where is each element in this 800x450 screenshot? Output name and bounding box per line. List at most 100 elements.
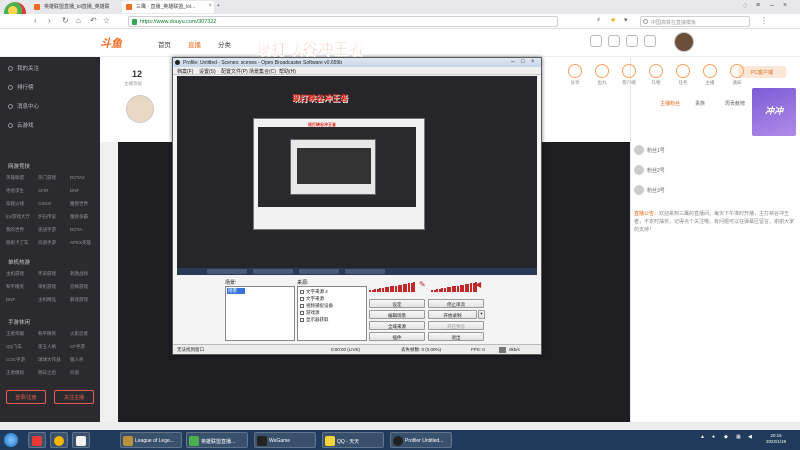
tray-app-icon[interactable]: ◆ [724, 434, 728, 440]
close-icon[interactable]: × [531, 59, 535, 65]
close-tab-icon[interactable]: × [208, 3, 212, 9]
taskbar-app-wegame[interactable]: WeGame [254, 432, 316, 448]
sidebar-category-link[interactable]: 逆战手游 [38, 227, 56, 233]
sidebar-item-follow[interactable]: 我的关注 [8, 64, 39, 72]
nav-home[interactable]: 首页 [158, 39, 171, 49]
user-avatar[interactable] [674, 32, 694, 52]
room-action-icon[interactable] [622, 64, 636, 78]
sidebar-category-link[interactable]: 问道 [70, 370, 79, 376]
reload-icon[interactable]: ↻ [62, 16, 69, 25]
sidebar-category-link[interactable]: 主机游戏 [6, 271, 24, 277]
sidebar-category-link[interactable]: 狼人杀 [70, 357, 84, 363]
sidebar-category-link[interactable]: 和平精英 [6, 284, 24, 290]
sidebar-category-link[interactable]: 英雄联盟 [6, 175, 24, 181]
sidebar-category-link[interactable]: 解谜游戏 [70, 297, 88, 303]
sidebar-category-link[interactable]: 跑跑卡丁车 [6, 240, 29, 246]
taskbar-app-lol[interactable]: League of Lege... [120, 432, 182, 448]
sidebar-category-link[interactable]: DOTA [70, 227, 82, 232]
obs-menu-help[interactable]: 帮助(H) [279, 68, 296, 75]
sidebar-category-link[interactable]: DNF [6, 297, 15, 302]
lightning-icon[interactable]: ⚡ [596, 16, 601, 24]
sidebar-category-link[interactable]: 绝地求生 [6, 188, 24, 194]
sidebar-category-link[interactable]: 刺激战场 [70, 271, 88, 277]
login-button[interactable]: 登录/注册 [6, 390, 46, 404]
room-action-icon[interactable] [568, 64, 582, 78]
menu-lines-icon[interactable]: ≡ [756, 2, 760, 9]
sidebar-category-link[interactable]: APEX英雄 [70, 240, 91, 246]
preview-button[interactable]: 开启预览 [428, 321, 484, 330]
sources-list[interactable]: 文字来源 2 文字来源 视频捕捉设备 游戏源 显示器获取 [297, 286, 367, 341]
pc-client-button[interactable]: PC客户端 [738, 66, 786, 78]
system-clock[interactable]: 20:15 2022/1/19 [760, 433, 792, 445]
rank-row[interactable]: 粉丝1号 [634, 145, 665, 155]
rank-tab-fans[interactable]: 主播粉丝 [660, 100, 680, 107]
sidebar-category-link[interactable]: 穿越火线 [6, 201, 24, 207]
sidebar-category-link[interactable]: 热门游戏 [38, 175, 56, 181]
sidebar-category-link[interactable]: 明日之后 [38, 370, 56, 376]
obs-window[interactable]: Profile: Untitled - Scenes: scenes - Ope… [172, 57, 542, 355]
room-action-icon[interactable] [676, 64, 690, 78]
star-icon[interactable]: ★ [610, 16, 616, 24]
rank-row[interactable]: 粉丝3号 [634, 185, 665, 195]
network-icon[interactable]: ▦ [736, 434, 741, 440]
sidebar-category-link[interactable]: 球球大作战 [38, 357, 61, 363]
taskbar-app-qq[interactable]: QQ - 天天 [322, 432, 384, 448]
sidebar-item-cloud-game[interactable]: 云游戏 [8, 121, 34, 129]
sidebar-category-link[interactable]: DOTA2 [70, 175, 85, 180]
sidebar-category-link[interactable]: CF/R [38, 188, 49, 193]
sidebar-category-link[interactable]: 怀旧游戏 [38, 271, 56, 277]
plugins-button[interactable]: 插件 [369, 332, 425, 341]
sidebar-category-link[interactable]: fps游戏大厅 [6, 214, 30, 220]
home-icon[interactable]: ⌂ [76, 16, 81, 25]
volume-icon[interactable]: ◀ [748, 434, 752, 440]
sidebar-category-link[interactable]: 和平精英 [38, 331, 56, 337]
mic-icon[interactable]: ✎ [419, 280, 426, 289]
sidebar-category-link[interactable]: 我的世界 [6, 227, 24, 233]
rank-row[interactable]: 粉丝2号 [634, 165, 665, 175]
sidebar-category-link[interactable]: CF手游 [70, 344, 85, 350]
exit-button[interactable]: 退出 [428, 332, 484, 341]
sidebar-item-rank[interactable]: 排行榜 [8, 83, 34, 91]
obs-preview-area[interactable] [177, 76, 537, 268]
forward-icon[interactable]: › [48, 16, 51, 25]
sidebar-category-link[interactable]: 魔兽争霸 [70, 214, 88, 220]
record-dropdown-icon[interactable]: ▾ [478, 310, 485, 319]
obs-menu-file[interactable]: 档案(F) [177, 68, 193, 75]
source-checkbox[interactable] [300, 318, 304, 322]
edit-scene-button[interactable]: 编辑场景 [369, 310, 425, 319]
sidebar-category-link[interactable]: 问道手游 [38, 240, 56, 246]
rank-tab-weekly[interactable]: 周贡献榜 [725, 100, 745, 107]
sidebar-item-messages[interactable]: 消息中心 [8, 102, 39, 110]
search-input[interactable]: 中国高铁在直接模板 [640, 16, 750, 27]
taskbar-pin[interactable] [50, 432, 68, 448]
browser-tab-2[interactable]: 三鹰 - 直播_英雄联盟_lol... × [122, 1, 214, 13]
tray-arrow-icon[interactable]: ▲ [700, 434, 705, 440]
undo-icon[interactable]: ↶ [90, 16, 97, 25]
sidebar-category-link[interactable]: 王者模拟 [6, 370, 24, 376]
taskbar-pin[interactable] [28, 432, 46, 448]
minimize-icon[interactable]: – [511, 59, 514, 65]
follow-icon[interactable] [608, 35, 620, 47]
address-bar[interactable]: https://www.douyu.com/307322 [128, 16, 558, 27]
follow-anchor-button[interactable]: 关注主播 [54, 390, 94, 404]
sidebar-category-link[interactable]: 主机精品 [38, 297, 56, 303]
rank-tab-noble[interactable]: 贵族 [695, 100, 705, 107]
taskbar-app-browser[interactable]: 英雄联盟直播... [186, 432, 248, 448]
site-logo[interactable]: 斗鱼 [100, 35, 122, 51]
sidebar-category-link[interactable]: 单机游戏 [38, 284, 56, 290]
sidebar-category-link[interactable]: 炉石传说 [38, 214, 56, 220]
sidebar-category-link[interactable]: 魔兽世界 [70, 201, 88, 207]
source-item[interactable]: 游戏源 [300, 310, 320, 316]
scenes-list[interactable]: 场景 [225, 286, 295, 341]
taskbar-pin[interactable] [72, 432, 90, 448]
scene-item[interactable]: 场景 [227, 288, 245, 294]
start-button[interactable] [4, 433, 18, 447]
extensions-icon[interactable]: ⋮ [760, 16, 768, 25]
close-window-icon[interactable]: × [783, 2, 787, 9]
sidebar-category-link[interactable]: QQ飞车 [6, 344, 22, 350]
room-action-icon[interactable] [595, 64, 609, 78]
obs-menu-scene-collection[interactable]: 场景集合(C) [249, 68, 276, 75]
room-action-icon[interactable] [730, 64, 744, 78]
mic-volume-meter[interactable] [369, 282, 425, 292]
nav-live[interactable]: 直播 [188, 39, 201, 49]
